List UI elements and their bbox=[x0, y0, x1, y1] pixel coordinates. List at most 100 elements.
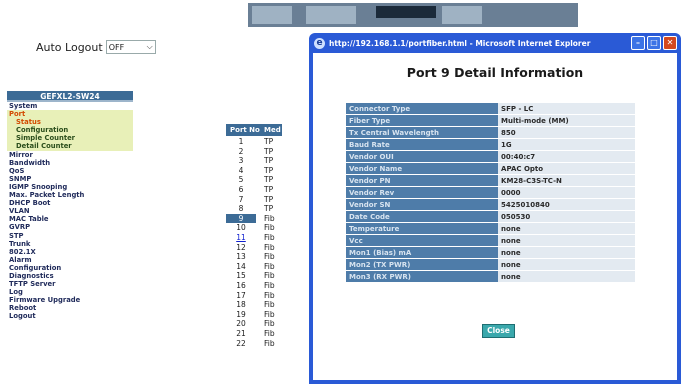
close-button[interactable]: Close bbox=[482, 324, 515, 338]
port-no-header: Port No bbox=[226, 124, 262, 136]
sidebar-item-gvrp[interactable]: GVRP bbox=[7, 223, 133, 231]
sidebar-item-configuration[interactable]: Configuration bbox=[7, 264, 133, 272]
detail-row: Vendor SN 5425010840 bbox=[346, 199, 635, 210]
port-number[interactable]: 21 bbox=[226, 329, 256, 338]
detail-value: 1G bbox=[498, 139, 635, 150]
port-detail-table: Connector Type SFP - LC Fiber Type Multi-mo… bbox=[346, 102, 635, 283]
table-row[interactable]: 20 Fib bbox=[226, 319, 316, 328]
sidebar-item-802-1x[interactable]: 802.1X bbox=[7, 248, 133, 256]
port-number[interactable]: 10 bbox=[226, 223, 256, 232]
table-row[interactable]: 13 Fib bbox=[226, 252, 316, 261]
table-row[interactable]: 9 Fib bbox=[226, 213, 316, 223]
chevron-down-icon[interactable]: ⌵ bbox=[147, 42, 153, 52]
port-media: Fib bbox=[264, 300, 275, 310]
sidebar-item-qos[interactable]: QoS bbox=[7, 167, 133, 175]
sidebar-item-mac-table[interactable]: MAC Table bbox=[7, 215, 133, 223]
sidebar-item-trunk[interactable]: Trunk bbox=[7, 240, 133, 248]
table-row[interactable]: 11 Fib bbox=[226, 233, 316, 242]
sidebar-item-alarm[interactable]: Alarm bbox=[7, 256, 133, 264]
sidebar-item-bandwidth[interactable]: Bandwidth bbox=[7, 159, 133, 167]
sidebar-item-detail-counter[interactable]: Detail Counter bbox=[7, 142, 133, 151]
sidebar-item-port[interactable]: Port bbox=[7, 110, 133, 119]
table-row[interactable]: 1 TP bbox=[226, 137, 316, 146]
table-row[interactable]: 18 Fib bbox=[226, 300, 316, 309]
popup-titlebar: e http://192.168.1.1/portfiber.html - Mi… bbox=[309, 33, 681, 53]
port-number[interactable]: 19 bbox=[226, 310, 256, 319]
switch-front-panel-image bbox=[248, 3, 578, 27]
sidebar-item-logout[interactable]: Logout bbox=[7, 312, 133, 320]
port-number[interactable]: 14 bbox=[226, 262, 256, 271]
table-row[interactable]: 12 Fib bbox=[226, 243, 316, 252]
port-media: Fib bbox=[264, 329, 275, 338]
sidebar-item-configuration[interactable]: Configuration bbox=[7, 126, 133, 135]
close-window-button[interactable]: ✕ bbox=[663, 36, 677, 50]
port-number[interactable]: 7 bbox=[226, 195, 256, 204]
sidebar-item-log[interactable]: Log bbox=[7, 288, 133, 296]
port-media: TP bbox=[264, 137, 274, 146]
port-media: TP bbox=[264, 175, 274, 185]
port-number[interactable]: 5 bbox=[226, 175, 256, 184]
sidebar-item-mirror[interactable]: Mirror bbox=[7, 151, 133, 159]
minimize-button[interactable]: – bbox=[631, 36, 645, 50]
sidebar-item-diagnostics[interactable]: Diagnostics bbox=[7, 272, 133, 280]
table-row[interactable]: 2 TP bbox=[226, 147, 316, 156]
table-row[interactable]: 10 Fib bbox=[226, 223, 316, 232]
table-row[interactable]: 16 Fib bbox=[226, 281, 316, 290]
maximize-button[interactable]: □ bbox=[647, 36, 661, 50]
port-number[interactable]: 2 bbox=[226, 147, 256, 156]
sidebar-item-igmp-snooping[interactable]: IGMP Snooping bbox=[7, 183, 133, 191]
port-number[interactable]: 6 bbox=[226, 185, 256, 194]
auto-logout-select[interactable]: OFF ⌵ bbox=[105, 40, 156, 54]
port-media: Fib bbox=[264, 281, 275, 290]
port-number[interactable]: 18 bbox=[226, 300, 256, 309]
port-number[interactable]: 15 bbox=[226, 271, 256, 280]
detail-row: Mon1 (Bias) mA none bbox=[346, 247, 635, 258]
port-number[interactable]: 11 bbox=[226, 233, 256, 242]
sidebar-item-stp[interactable]: STP bbox=[7, 232, 133, 240]
port-media: TP bbox=[264, 146, 274, 156]
sidebar-item-snmp[interactable]: SNMP bbox=[7, 175, 133, 183]
table-row[interactable]: 4 TP bbox=[226, 166, 316, 175]
table-row[interactable]: 14 Fib bbox=[226, 262, 316, 271]
port-number[interactable]: 3 bbox=[226, 156, 256, 165]
table-row[interactable]: 8 TP bbox=[226, 204, 316, 213]
detail-label: Mon3 (RX PWR) bbox=[346, 271, 499, 282]
port-number[interactable]: 8 bbox=[226, 204, 256, 213]
sidebar-item-system[interactable]: System bbox=[7, 102, 133, 110]
table-row[interactable]: 21 Fib bbox=[226, 329, 316, 338]
sidebar-item-simple-counter[interactable]: Simple Counter bbox=[7, 134, 133, 143]
table-row[interactable]: 22 Fib bbox=[226, 339, 316, 348]
port-media: TP bbox=[264, 156, 274, 166]
port-number[interactable]: 22 bbox=[226, 339, 256, 348]
table-row[interactable]: 7 TP bbox=[226, 195, 316, 204]
sidebar-item-tftp-server[interactable]: TFTP Server bbox=[7, 280, 133, 288]
detail-label: Vendor SN bbox=[346, 199, 499, 210]
table-row[interactable]: 3 TP bbox=[226, 156, 316, 165]
port-number[interactable]: 1 bbox=[226, 137, 256, 146]
detail-row: Date Code 050530 bbox=[346, 211, 635, 222]
port-number[interactable]: 4 bbox=[226, 166, 256, 175]
port-number[interactable]: 17 bbox=[226, 291, 256, 300]
popup-content: Port 9 Detail Information Connector Type… bbox=[313, 53, 677, 380]
sidebar-item-vlan[interactable]: VLAN bbox=[7, 207, 133, 215]
port-number[interactable]: 16 bbox=[226, 281, 256, 290]
port-media: Fib bbox=[264, 233, 275, 242]
port-number[interactable]: 9 bbox=[226, 213, 256, 223]
sidebar-item-reboot[interactable]: Reboot bbox=[7, 304, 133, 312]
detail-value: 850 bbox=[498, 127, 635, 138]
port-number[interactable]: 12 bbox=[226, 243, 256, 252]
table-row[interactable]: 19 Fib bbox=[226, 310, 316, 319]
port-media: Fib bbox=[264, 213, 275, 223]
table-row[interactable]: 17 Fib bbox=[226, 291, 316, 300]
detail-value: SFP - LC bbox=[498, 103, 635, 114]
table-row[interactable]: 6 TP bbox=[226, 185, 316, 194]
port-number[interactable]: 13 bbox=[226, 252, 256, 261]
sidebar-item-dhcp-boot[interactable]: DHCP Boot bbox=[7, 199, 133, 207]
sidebar-item-firmware-upgrade[interactable]: Firmware Upgrade bbox=[7, 296, 133, 304]
sidebar-item-status[interactable]: Status bbox=[7, 118, 133, 127]
table-row[interactable]: 5 TP bbox=[226, 175, 316, 184]
port-number[interactable]: 20 bbox=[226, 319, 256, 328]
table-row[interactable]: 15 Fib bbox=[226, 271, 316, 280]
device-model-header: GEFXL2-SW24 bbox=[7, 91, 133, 102]
sidebar-item-max-packet-length[interactable]: Max. Packet Length bbox=[7, 191, 133, 199]
